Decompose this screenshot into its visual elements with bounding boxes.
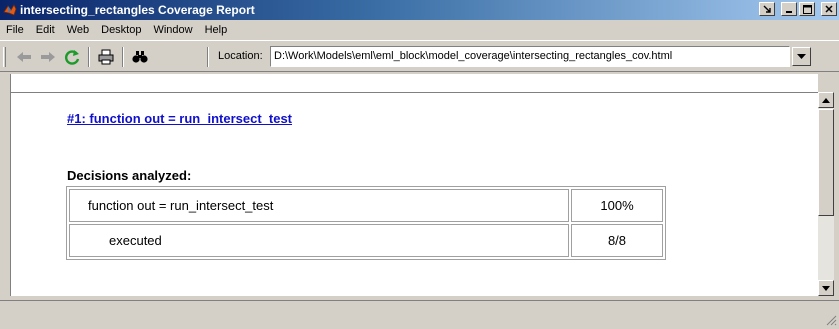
toolbar: Location: D:\Work\Models\eml\eml_block\m… <box>0 40 839 72</box>
menu-help[interactable]: Help <box>199 24 234 36</box>
scrollbar-thumb[interactable] <box>818 109 834 216</box>
decision-value: 8/8 <box>571 224 663 257</box>
location-input[interactable]: D:\Work\Models\eml\eml_block\model_cover… <box>270 46 790 67</box>
forward-arrow-icon[interactable] <box>38 48 58 66</box>
find-binoculars-icon[interactable] <box>130 48 150 66</box>
toolbar-grip[interactable] <box>3 47 6 67</box>
vertical-scrollbar[interactable] <box>818 92 834 296</box>
matlab-logo-icon <box>2 2 18 18</box>
print-icon[interactable] <box>96 48 116 66</box>
chevron-down-icon[interactable] <box>792 47 811 66</box>
back-arrow-icon[interactable] <box>14 48 34 66</box>
dock-icon[interactable] <box>759 2 775 16</box>
menu-edit[interactable]: Edit <box>30 24 61 36</box>
content-top-area <box>10 74 818 92</box>
coverage-table: function out = run_intersect_test 100% e… <box>66 186 666 260</box>
menu-file[interactable]: File <box>0 24 30 36</box>
toolbar-separator <box>122 47 124 67</box>
maximize-icon[interactable] <box>799 2 815 16</box>
resize-grip-icon[interactable] <box>825 314 837 326</box>
decision-name: executed <box>69 224 569 257</box>
browser-window: intersecting_rectangles Coverage Report … <box>0 0 839 328</box>
table-row: executed 8/8 <box>69 224 663 257</box>
location-label: Location: <box>218 50 263 62</box>
menu-desktop[interactable]: Desktop <box>95 24 147 36</box>
status-bar <box>0 300 839 328</box>
toolbar-separator <box>88 47 90 67</box>
decision-name: function out = run_intersect_test <box>69 189 569 222</box>
menu-bar: File Edit Web Desktop Window Help <box>0 21 839 39</box>
scroll-up-icon[interactable] <box>818 92 834 108</box>
refresh-icon[interactable] <box>62 48 82 66</box>
close-icon[interactable] <box>821 2 837 16</box>
title-bar[interactable]: intersecting_rectangles Coverage Report <box>0 0 839 20</box>
table-row: function out = run_intersect_test 100% <box>69 189 663 222</box>
window-title: intersecting_rectangles Coverage Report <box>20 3 255 17</box>
minimize-icon[interactable] <box>781 2 797 16</box>
function-heading-link[interactable]: #1: function out = run_intersect_test <box>67 111 292 126</box>
menu-web[interactable]: Web <box>61 24 95 36</box>
scroll-down-icon[interactable] <box>818 280 834 296</box>
decisions-heading: Decisions analyzed: <box>67 168 192 183</box>
decision-value: 100% <box>571 189 663 222</box>
menu-window[interactable]: Window <box>147 24 198 36</box>
toolbar-separator <box>207 47 209 67</box>
